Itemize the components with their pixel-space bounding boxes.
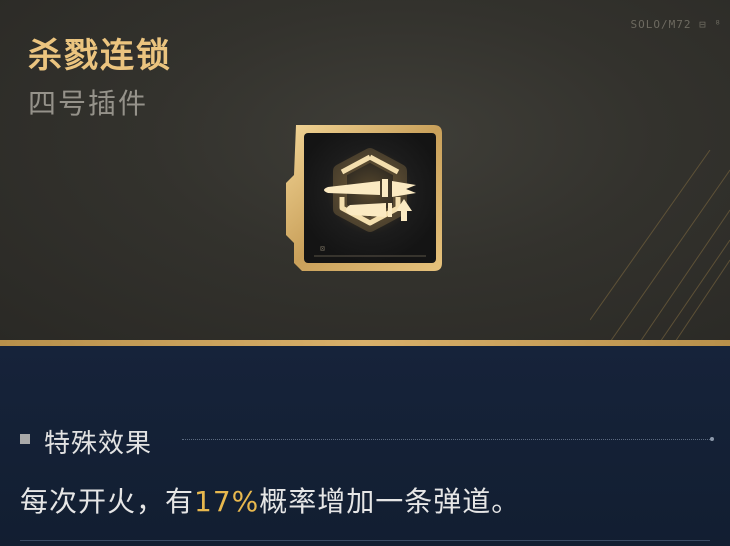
bottom-border <box>20 540 710 546</box>
square-bullet-icon <box>20 434 30 444</box>
item-name: 杀戮连锁 <box>28 36 172 76</box>
bullet-upgrade-icon: ⊠ <box>286 125 442 271</box>
item-type: 四号插件 <box>28 87 149 120</box>
svg-text:⊠: ⊠ <box>320 244 325 253</box>
effect-text-after: 概率增加一条弹道。 <box>259 485 521 518</box>
section-header: 特殊效果 <box>20 425 720 459</box>
corner-code: SOLO/M72 ⊟ ⁸ <box>630 18 722 31</box>
section-title: 特殊效果 <box>44 429 153 459</box>
section-divider-dot <box>710 437 714 441</box>
effect-highlight-value: 17% <box>194 485 260 518</box>
effect-text-before: 每次开火，有 <box>20 485 195 518</box>
item-tooltip-card: SOLO/M72 ⊟ ⁸ 杀戮连锁 四号插件 ⊠ 特殊效果 每次开火，有17%概… <box>0 0 730 546</box>
section-divider <box>182 439 712 440</box>
effect-description: 每次开火，有17%概率增加一条弹道。 <box>20 480 520 520</box>
decorative-lines <box>590 150 730 342</box>
